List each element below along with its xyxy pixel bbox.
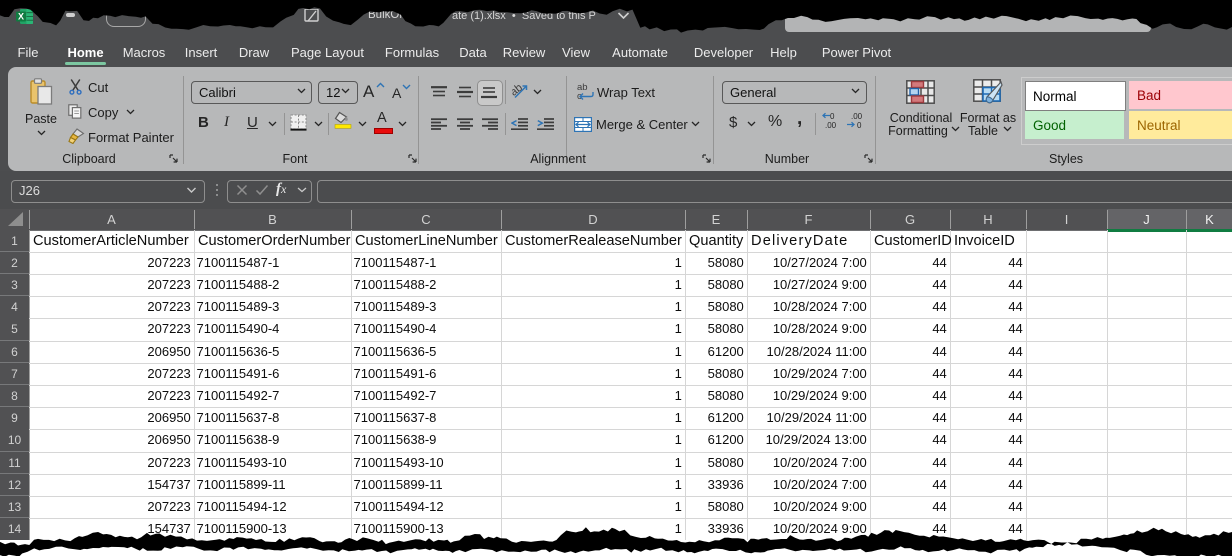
svg-text:0: 0 <box>857 121 862 129</box>
svg-text:.00: .00 <box>851 112 863 121</box>
svg-text:.00: .00 <box>825 121 837 129</box>
svg-text:0: 0 <box>830 112 835 121</box>
